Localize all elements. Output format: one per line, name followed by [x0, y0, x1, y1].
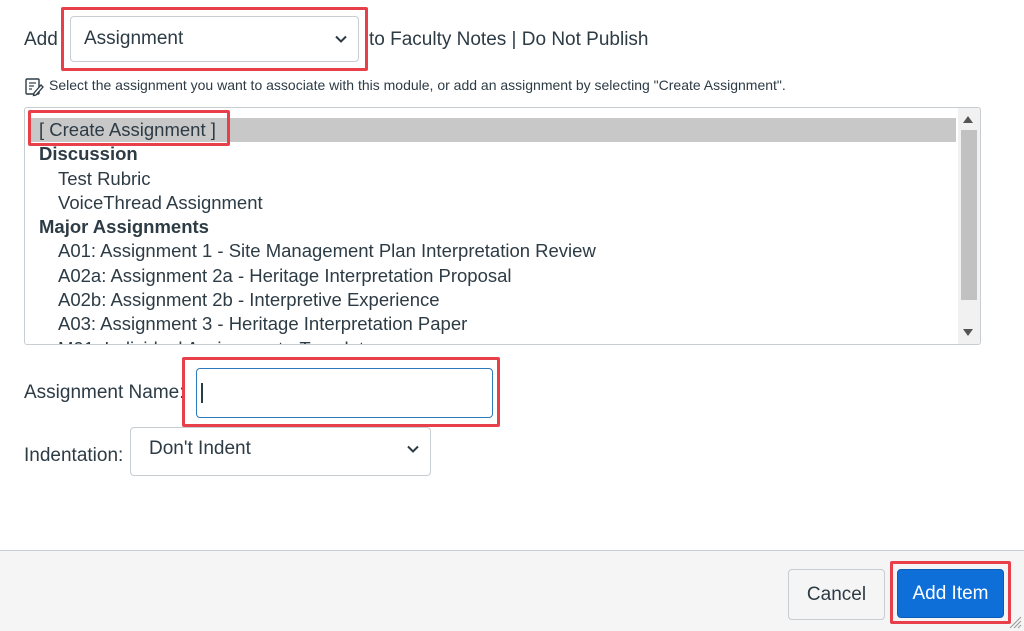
add-item-button[interactable]: Add Item [897, 569, 1004, 618]
scroll-thumb[interactable] [961, 130, 977, 300]
add-label: Add [24, 29, 58, 50]
chevron-down-icon [407, 445, 419, 453]
list-option[interactable]: A02a: Assignment 2a - Heritage Interpret… [31, 264, 956, 288]
indentation-select[interactable]: Don't Indent [130, 427, 431, 476]
chevron-down-icon [335, 35, 347, 43]
create-assignment-option[interactable]: [ Create Assignment ] [31, 118, 956, 143]
hint-text: Select the assignment you want to associ… [49, 77, 786, 93]
list-option[interactable]: A03: Assignment 3 - Heritage Interpretat… [31, 312, 956, 336]
item-type-select-value: Assignment [84, 28, 184, 49]
option-group-label: Major Assignments [39, 216, 209, 238]
text-caret [201, 383, 203, 403]
item-type-select[interactable]: Assignment [70, 16, 359, 62]
option-group-label: Discussion [39, 143, 138, 165]
listbox-scrollbar[interactable] [958, 108, 980, 344]
add-item-highlight: Add Item [890, 561, 1011, 624]
scroll-down-arrow-icon[interactable] [963, 329, 973, 336]
listbox-options: [ Create Assignment ] Discussion Test Rubr… [31, 118, 956, 344]
indentation-select-value: Don't Indent [149, 437, 251, 459]
assignment-name-label: Assignment Name: [24, 382, 185, 403]
list-option[interactable]: A02b: Assignment 2b - Interpretive Exper… [31, 288, 956, 312]
edit-note-icon [25, 78, 44, 97]
list-option[interactable]: VoiceThread Assignment [31, 191, 956, 215]
module-target-text: to Faculty Notes | Do Not Publish [369, 29, 649, 50]
add-item-dialog: Add Assignment to Faculty Notes | Do Not… [0, 0, 1024, 631]
list-option[interactable]: M01: Individual Assignment - Template [31, 337, 956, 344]
cancel-button[interactable]: Cancel [788, 569, 885, 620]
list-option[interactable]: A01: Assignment 1 - Site Management Plan… [31, 239, 956, 263]
assignment-name-highlight [182, 357, 500, 427]
indentation-label: Indentation: [24, 445, 124, 466]
assignment-name-input[interactable] [196, 368, 493, 418]
scroll-up-arrow-icon[interactable] [963, 116, 973, 123]
list-option[interactable]: Test Rubric [31, 167, 956, 191]
type-select-highlight: Assignment [61, 7, 368, 71]
assignment-listbox[interactable]: [ Create Assignment ] Discussion Test Rubr… [24, 107, 981, 345]
